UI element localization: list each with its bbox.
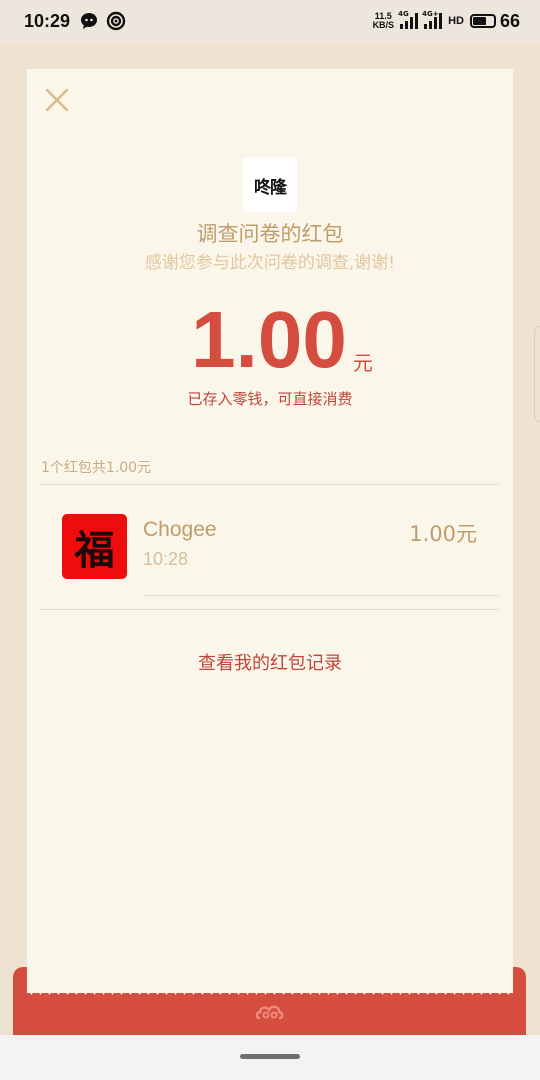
avatar-glyph: 福 [74,526,115,574]
packet-summary: 1个红包共1.00元 [41,460,152,476]
avatar[interactable]: 福 [62,514,127,579]
sender-logo-text: 咚隆 [254,177,287,198]
packet-amount-row: 1.00 元 [27,300,513,380]
sim2-label: 4G+ [422,10,439,18]
record-time: 10:28 [143,549,189,569]
divider [40,484,499,485]
status-time: 10:29 [24,10,71,31]
packet-currency: 元 [352,351,373,375]
sim1-label: 4G [398,10,409,18]
signal-icon: 4G [398,10,419,29]
record-name: Chogee [143,518,217,541]
battery-fill [472,17,487,25]
record-divider [143,595,499,596]
divider [40,609,499,610]
battery-level: 66 [499,10,520,31]
signal-icon-2: 4G+ [422,10,443,29]
card-zigzag-edge [27,986,513,995]
list-item[interactable]: 福 Chogee 10:28 1.00元 [40,498,499,596]
packet-title: 调查问卷的红包 [196,222,344,246]
home-indicator[interactable] [240,1054,300,1059]
packet-subtitle: 感谢您参与此次问卷的调查,谢谢! [144,253,396,273]
hd-label: HD [448,15,464,27]
battery-icon: 66 [469,10,520,32]
status-system-icons: 11.5 KB/S 4G 4G+ HD 66 [373,10,520,32]
side-handle[interactable] [534,326,540,422]
cloud-icon [255,1005,284,1020]
sender-logo: 咚隆 [243,158,297,212]
hotspot-icon [106,11,126,31]
close-icon[interactable] [45,88,69,112]
record-amount: 1.00元 [409,522,477,546]
deposit-note: 已存入零钱，可直接消费 [187,390,353,408]
status-notification-icons [80,11,126,31]
net-speed-unit: KB/S [372,20,395,30]
packet-amount: 1.00 [191,295,347,384]
history-link[interactable]: 查看我的红包记录 [27,649,513,675]
net-speed: 11.5 KB/S [373,12,395,30]
wechat-icon [81,13,98,29]
status-bar: 10:29 11.5 KB/S 4G 4G+ HD 66 [0,0,540,42]
